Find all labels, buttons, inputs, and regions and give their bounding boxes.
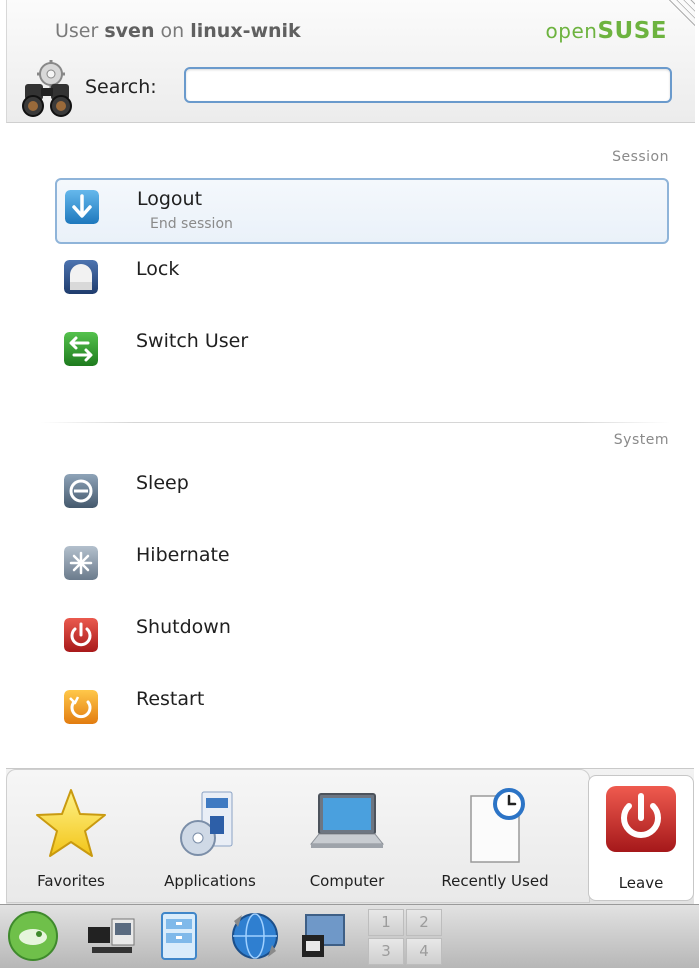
user-on: on: [160, 20, 185, 42]
laptop-icon: [309, 793, 385, 848]
logout-subtitle: End session: [150, 216, 233, 232]
opensuse-logo: openSUSE: [546, 18, 667, 44]
pager-desktop-3[interactable]: 3: [368, 938, 404, 965]
binoculars-gear-icon: [22, 60, 72, 117]
tab-computer-label: Computer: [309, 872, 385, 890]
tab-applications[interactable]: Applications: [147, 780, 273, 898]
lock-icon: [64, 260, 98, 294]
user-info: User sven on linux-wnik: [55, 20, 301, 42]
section-system-label: System: [613, 432, 669, 448]
taskbar: 1 2 3 4: [0, 904, 699, 968]
clock-document-icon: [470, 788, 525, 863]
web-browser-icon[interactable]: [228, 909, 282, 963]
restart-icon: [64, 690, 98, 724]
brand-suse: SUSE: [597, 18, 667, 44]
network-icon[interactable]: [84, 909, 138, 963]
sleep-icon: [64, 474, 98, 508]
tab-area: Favorites Applications Computer Recently…: [6, 769, 590, 903]
logout-item[interactable]: Logout End session: [55, 178, 669, 244]
section-session-label: Session: [612, 149, 669, 165]
shutdown-title: Shutdown: [136, 616, 231, 638]
desktop-icon[interactable]: [296, 909, 350, 963]
shutdown-item[interactable]: Shutdown: [56, 608, 666, 670]
applications-icon: [180, 791, 233, 856]
switch-user-item[interactable]: Switch User: [56, 322, 666, 384]
power-icon: [606, 786, 676, 852]
shutdown-icon: [64, 618, 98, 652]
tab-favorites[interactable]: Favorites: [21, 780, 121, 898]
tab-applications-label: Applications: [164, 872, 256, 890]
tab-recently-used[interactable]: Recently Used: [425, 780, 565, 898]
opensuse-gecko-icon[interactable]: [6, 909, 60, 963]
user-name: sven: [104, 20, 155, 42]
pager-desktop-2[interactable]: 2: [406, 909, 442, 936]
hibernate-icon: [64, 546, 98, 580]
lock-item[interactable]: Lock: [56, 250, 666, 312]
logout-arrow-icon: [65, 190, 99, 224]
desktop-pager: 1 2 3 4: [368, 907, 444, 967]
tab-computer[interactable]: Computer: [297, 780, 397, 898]
star-icon: [36, 789, 106, 857]
launcher-tabbar: Favorites Applications Computer Recently…: [6, 768, 694, 904]
restart-item[interactable]: Restart: [56, 680, 666, 742]
section-divider: [40, 422, 670, 423]
tab-leave[interactable]: Leave: [588, 775, 694, 901]
hibernate-title: Hibernate: [136, 544, 230, 566]
file-manager-icon[interactable]: [152, 909, 206, 963]
user-prefix: User: [55, 20, 99, 42]
sleep-title: Sleep: [136, 472, 189, 494]
sleep-item[interactable]: Sleep: [56, 464, 666, 526]
tab-recently-used-label: Recently Used: [441, 872, 549, 890]
hibernate-item[interactable]: Hibernate: [56, 536, 666, 598]
pager-desktop-4[interactable]: 4: [406, 938, 442, 965]
launcher-header: User sven on linux-wnik openSUSE Search:: [6, 0, 695, 123]
pager-desktop-1[interactable]: 1: [368, 909, 404, 936]
tab-leave-label: Leave: [618, 874, 664, 892]
search-input[interactable]: [184, 67, 672, 103]
brand-open: open: [545, 19, 598, 43]
switch-user-title: Switch User: [136, 330, 249, 352]
lock-title: Lock: [136, 258, 180, 280]
restart-title: Restart: [136, 688, 205, 710]
host-name: linux-wnik: [190, 20, 301, 42]
resize-corner[interactable]: [665, 0, 695, 30]
switch-user-icon: [64, 332, 98, 366]
tab-favorites-label: Favorites: [37, 872, 105, 890]
logout-title: Logout: [137, 188, 203, 210]
search-label: Search:: [85, 76, 157, 98]
